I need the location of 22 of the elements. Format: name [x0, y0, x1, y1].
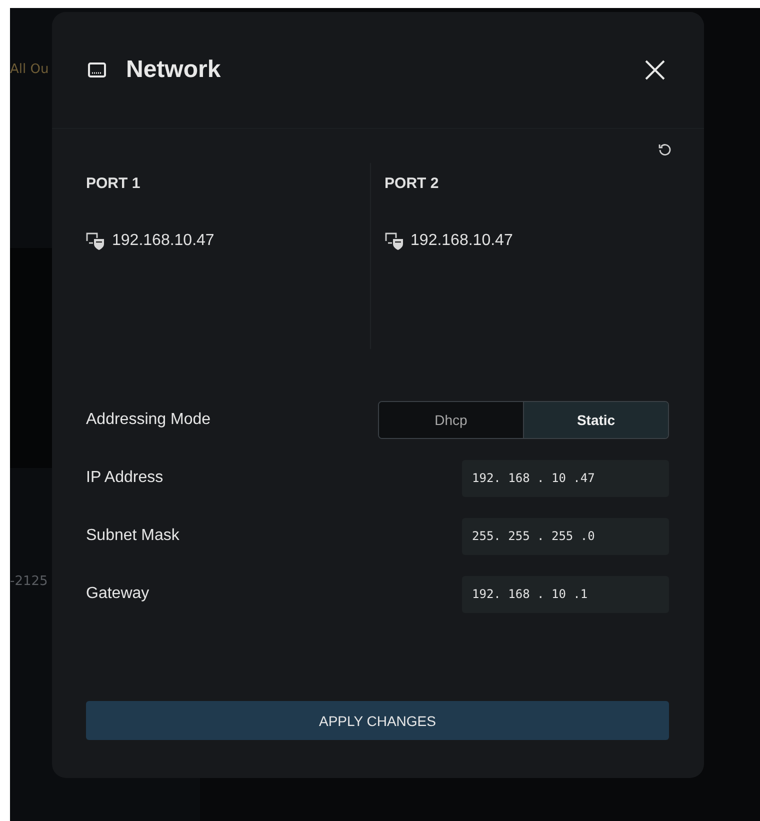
apply-changes-button[interactable]: APPLY CHANGES — [86, 701, 669, 740]
field-label: Addressing Mode — [86, 411, 211, 429]
port-address: 192.168.10.47 — [112, 232, 214, 250]
mode-option[interactable]: Dhcp — [379, 402, 523, 438]
port-label: PORT 1 — [86, 175, 142, 192]
field-label: Subnet Mask — [86, 527, 180, 545]
ip-input-field[interactable]: 192. 168 . 10 .47 — [462, 460, 669, 496]
field-label: Gateway — [86, 585, 150, 603]
field-label: IP Address — [86, 469, 164, 487]
mode-option[interactable]: Static — [523, 402, 668, 438]
background-text: All Ou — [10, 62, 49, 77]
background-text: -2125 — [10, 574, 48, 589]
ip-input-field[interactable]: 192. 168 . 10 .1 — [462, 576, 669, 612]
dialog-title: Network — [126, 56, 221, 84]
ip-input-field[interactable]: 255. 255 . 255 .0 — [462, 518, 669, 554]
refresh-icon[interactable] — [658, 143, 672, 157]
network-shield-icon — [384, 232, 405, 250]
ethernet-port-icon — [88, 62, 106, 78]
port-label: PORT 2 — [384, 175, 440, 192]
port-address: 192.168.10.47 — [410, 232, 513, 250]
network-shield-icon — [86, 232, 106, 250]
close-icon[interactable] — [644, 59, 666, 81]
